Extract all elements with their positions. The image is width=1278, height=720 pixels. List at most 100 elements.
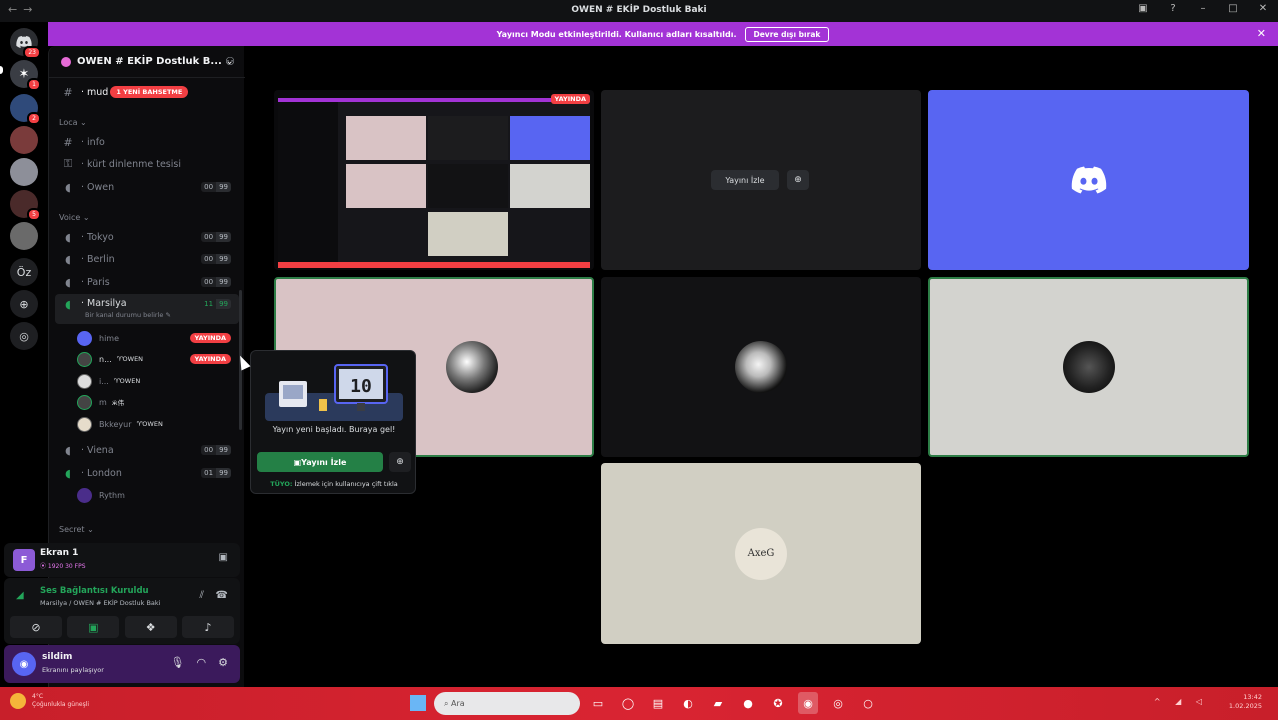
channel-label: Paris — [87, 276, 110, 288]
server-icon-text[interactable]: Öz — [10, 258, 38, 286]
popout-icon[interactable]: ⊕ — [389, 452, 411, 472]
system-tray[interactable]: ^ ◢ ◁ — [1154, 697, 1208, 706]
spotify-icon[interactable]: ● — [738, 692, 758, 714]
opera-icon[interactable]: ◯ — [618, 692, 638, 714]
voice-user[interactable]: Bkkeyur ♈OWEN — [77, 414, 239, 434]
activities-button[interactable]: ❖ — [124, 616, 177, 638]
signal-icon[interactable]: ◢ — [16, 590, 24, 601]
server-icon-2[interactable]: 2 — [10, 94, 41, 125]
stream-started-popup: 10 Yayın yeni başladı. Buraya gel! ▣ Yay… — [250, 350, 416, 494]
soundboard-button[interactable]: ♪ — [181, 616, 234, 638]
voice-channel-london[interactable]: ◖ · London 01 99 — [55, 463, 239, 483]
user-tag: ♈OWEN — [116, 355, 144, 363]
voice-channel-owen[interactable]: ◖ · Owen 00 99 — [55, 177, 239, 197]
watch-stream-button[interactable]: Yayını İzle — [711, 170, 779, 190]
voice-status[interactable]: Ses Bağlantısı Kuruldu — [40, 586, 149, 596]
edge-icon[interactable]: ◐ — [678, 692, 698, 714]
watch-stream-button[interactable]: ▣ Yayını İzle — [257, 452, 383, 472]
channel-mud[interactable]: # · mud 1 YENİ BAHSETME — [55, 82, 239, 102]
add-server-button[interactable]: ⊕ — [10, 290, 38, 318]
voice-channel-viena[interactable]: ◖ · Viena 00 99 — [55, 440, 239, 460]
headphones-icon[interactable]: ◠ — [197, 656, 207, 669]
chrome-icon[interactable]: ◎ — [828, 692, 848, 714]
help-icon[interactable]: ? — [1166, 3, 1180, 14]
guild-header[interactable]: OWEN # EKİP Dostluk B... ⌄ ⚇ — [49, 46, 245, 78]
streamer-mode-banner: Yayıncı Modu etkinleştirildi. Kullanıcı … — [48, 22, 1278, 46]
server-icon-3[interactable] — [10, 126, 38, 154]
stream-quality: ⦿ 1920 30 FPS — [40, 563, 86, 570]
voice-user-bot[interactable]: Rythm — [77, 485, 239, 505]
stream-tile-self[interactable]: YAYINDA — [274, 90, 594, 270]
voice-user[interactable]: i... ♈OWEN — [77, 371, 239, 391]
category-secret[interactable]: Secret ⌄ — [59, 525, 94, 534]
mention-badge[interactable]: 1 YENİ BAHSETME — [110, 86, 189, 98]
windows-start-icon[interactable] — [410, 695, 426, 711]
channel-info[interactable]: # · info — [55, 132, 239, 152]
popout-icon[interactable]: ⊕ — [787, 170, 809, 190]
speaker-icon: ◖ — [65, 252, 71, 266]
taskbar-search[interactable]: ⌕ Ara — [434, 692, 580, 715]
voice-channel-paris[interactable]: ◖ · Paris 00 99 — [55, 272, 239, 292]
folder-icon[interactable]: ▰ — [708, 692, 728, 714]
user-name: n... — [99, 354, 112, 364]
server-icon-6[interactable] — [10, 222, 38, 250]
voice-user[interactable]: hime YAYINDA — [77, 328, 239, 348]
discover-button[interactable]: ◎ — [10, 322, 38, 350]
channel-label: Marsilya — [87, 298, 127, 309]
live-badge: YAYINDA — [189, 354, 231, 364]
user-name: Bkkeyur — [99, 419, 132, 429]
voice-user[interactable]: m ӝ伟 — [77, 392, 239, 412]
voice-channel-tokyo[interactable]: ◖ · Tokyo 00 99 — [55, 227, 239, 247]
server-icon-1[interactable]: ✶ 1 — [10, 60, 41, 91]
title-bar: ←→ OWEN # EKİP Dostluk Baki ▣ ? – □ ✕ — [0, 0, 1278, 22]
category-voice[interactable]: Voice ⌄ — [59, 213, 90, 222]
banner-close-icon[interactable]: ✕ — [1257, 27, 1266, 40]
camera-off-button[interactable]: ⊘ — [10, 616, 62, 638]
voice-channel-berlin[interactable]: ◖ · Berlin 00 99 — [55, 249, 239, 269]
close-button[interactable]: ✕ — [1256, 3, 1270, 14]
app-icon[interactable]: ○ — [858, 692, 878, 714]
noise-suppression-icon[interactable]: ⫽ — [200, 590, 204, 601]
server-icon-4[interactable] — [10, 158, 38, 186]
disconnect-icon[interactable]: ☎ — [216, 590, 228, 601]
channel-label: Owen — [87, 181, 115, 193]
window-title: OWEN # EKİP Dostluk Baki — [571, 5, 707, 15]
dm-badge: 23 — [23, 46, 41, 59]
speaker-icon: ◖ — [65, 180, 71, 194]
channel-locked[interactable]: ⚿ · kürt dinlenme tesisi — [55, 154, 239, 174]
user-tile[interactable] — [601, 277, 921, 457]
category-loca[interactable]: Loca ⌄ — [59, 118, 87, 127]
share-screen-button[interactable]: ▣ — [67, 616, 120, 638]
screen-icon[interactable]: ▣ — [219, 552, 228, 563]
user-tile[interactable]: AxeG — [601, 463, 921, 644]
user-count: 11 99 — [201, 299, 231, 309]
task-view-icon[interactable]: ▭ — [588, 692, 608, 714]
steam-icon[interactable]: ✪ — [768, 692, 788, 714]
username[interactable]: sildim — [42, 652, 72, 662]
voice-channel-path[interactable]: Marsilya / OWEN # EKİP Dostluk Baki — [40, 599, 160, 607]
mic-icon[interactable]: 🎙 — [171, 656, 185, 669]
channel-status[interactable]: Bir kanal durumu belirle ✎ — [85, 311, 171, 319]
voice-user[interactable]: n... ♈OWEN YAYINDA — [77, 349, 239, 369]
user-avatar[interactable]: ◉ — [12, 652, 36, 676]
disable-streamer-mode-button[interactable]: Devre dışı bırak — [744, 26, 830, 42]
invite-icon[interactable]: ⚇ — [225, 55, 235, 68]
server-icon-5[interactable]: 5 — [10, 190, 41, 221]
discord-taskbar-icon[interactable]: ◉ — [798, 692, 818, 714]
user-count: 00 99 — [201, 277, 231, 287]
clock[interactable]: 13:42 1.02.2025 — [1229, 693, 1262, 711]
inbox-icon[interactable]: ▣ — [1136, 3, 1150, 14]
user-tile-speaking[interactable] — [928, 277, 1249, 457]
user-tile-discord[interactable] — [928, 90, 1249, 270]
avatar — [77, 373, 92, 389]
minimize-button[interactable]: – — [1196, 3, 1210, 14]
server-badge: 2 — [27, 112, 41, 125]
dm-home-button[interactable]: 23 — [10, 28, 41, 59]
maximize-button[interactable]: □ — [1226, 3, 1240, 14]
stream-preview — [278, 98, 590, 268]
speaker-icon: ◖ — [65, 275, 71, 289]
settings-gear-icon[interactable]: ⚙ — [218, 656, 228, 669]
store-icon[interactable]: ▤ — [648, 692, 668, 714]
weather-widget[interactable]: 4°C Çoğunlukla güneşli — [10, 693, 89, 709]
voice-channel-marsilya[interactable]: ◖ · Marsilya 11 99 Bir kanal durumu belirl… — [55, 294, 239, 324]
